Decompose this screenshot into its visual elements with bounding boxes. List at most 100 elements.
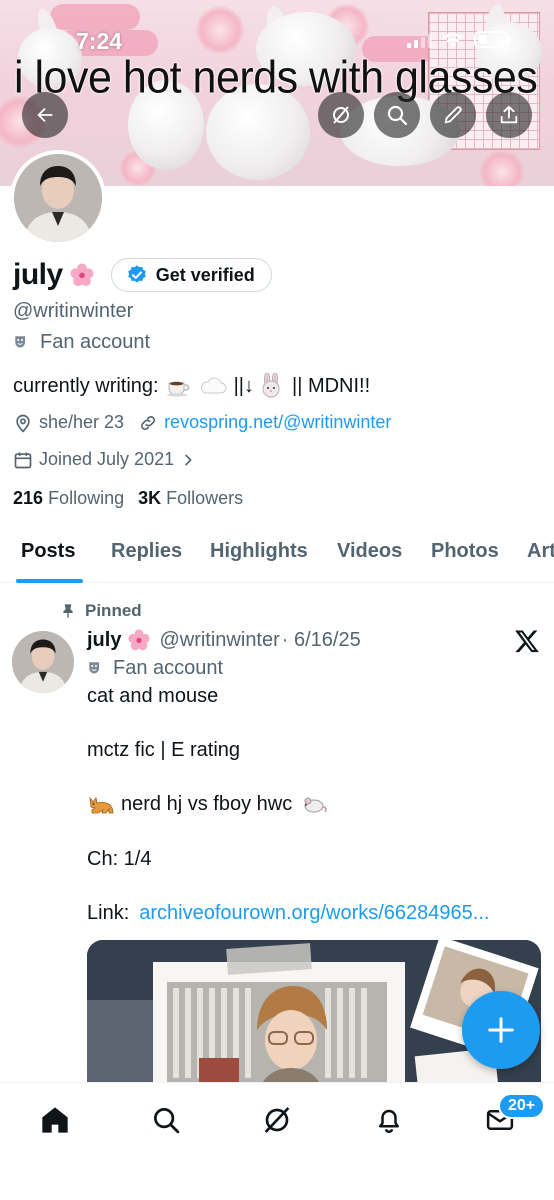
post-rating-text: mctz fic | E rating [87, 739, 241, 761]
post-title-text: cat and mouse [87, 685, 219, 707]
tab-videos[interactable]: Videos [337, 540, 402, 563]
tab-replies[interactable]: Replies [111, 540, 182, 563]
post-header: july @writinwinter · 6/16/25 [87, 628, 361, 652]
chevron-right-icon [185, 454, 192, 465]
verified-badge-icon [127, 265, 146, 283]
pinned-label: Pinned [85, 601, 142, 620]
pencil-icon [444, 106, 462, 124]
wifi-icon [443, 32, 463, 48]
post-external-link[interactable]: archiveofourown.org/works/66284965... [139, 902, 489, 925]
battery-icon [474, 31, 511, 48]
post-link-row: Link: archiveofourown.org/works/66284965… [87, 902, 489, 925]
status-bar-time: 7:24 [76, 28, 123, 54]
home-icon [42, 1107, 68, 1133]
nav-search[interactable] [149, 1103, 183, 1137]
status-bar-icons [407, 31, 511, 48]
followers-count: 3K [138, 488, 162, 508]
tab-articles[interactable]: Art [527, 540, 554, 563]
nav-grok[interactable] [260, 1103, 294, 1137]
tab-posts[interactable]: Posts [21, 540, 75, 563]
cherry-blossom-icon [128, 629, 151, 651]
bio-text-start: currently writing: [13, 374, 159, 397]
cherry-blossom-decoration [196, 6, 244, 54]
plus-icon [488, 1017, 514, 1043]
post-title: cat and mouse [87, 685, 218, 708]
post-author-name[interactable]: july [87, 629, 121, 652]
post-rating: mctz fic | E rating [87, 739, 240, 762]
active-tab-indicator [16, 579, 83, 583]
account-category-label: Fan account [40, 331, 151, 353]
grok-button[interactable] [318, 92, 364, 138]
grok-icon [333, 106, 349, 124]
post-summary: nerd hj vs fboy hwc [87, 792, 328, 816]
post-summary-text: nerd hj vs fboy hwc [121, 792, 293, 815]
rabbit-emoji-icon [262, 373, 280, 398]
cherry-blossom-icon [70, 263, 94, 287]
search-profile-button[interactable] [374, 92, 420, 138]
post-author-avatar[interactable] [12, 631, 74, 693]
grok-icon [264, 1107, 290, 1133]
pin-icon [63, 604, 73, 618]
coffee-emoji-icon [166, 381, 189, 397]
tab-photos[interactable]: Photos [431, 540, 499, 563]
nav-home[interactable] [38, 1103, 72, 1137]
heart-sticker-decoration [50, 4, 140, 30]
followers-label: Followers [166, 488, 244, 508]
account-category: Fan account [13, 331, 150, 354]
post-link-label: Link: [87, 902, 130, 924]
following-label: Following [48, 488, 125, 508]
post-chapter-text: Ch: 1/4 [87, 848, 152, 870]
profile-location: she/her 23 [39, 412, 125, 432]
get-verified-label: Get verified [155, 264, 255, 285]
compose-post-button[interactable] [462, 991, 540, 1069]
post-chapter: Ch: 1/4 [87, 848, 151, 871]
share-icon [500, 105, 518, 124]
notifications-icon [379, 1109, 399, 1133]
bottom-navigation [0, 1082, 554, 1200]
profile-name-row: july Get verified [13, 258, 272, 292]
post-account-category-label: Fan account [113, 657, 224, 679]
follow-stats: 216 Following 3K Followers [13, 488, 243, 509]
following-count: 216 [13, 488, 44, 508]
search-icon [154, 1108, 180, 1134]
nav-notifications[interactable] [372, 1103, 406, 1137]
profile-avatar[interactable] [10, 150, 106, 246]
tab-highlights[interactable]: Highlights [210, 540, 308, 563]
profile-joined-row[interactable]: Joined July 2021 [13, 449, 196, 470]
bio-text-mid: ||↓ [233, 374, 254, 397]
calendar-icon [14, 452, 32, 468]
arrow-left-icon [37, 107, 53, 123]
profile-handle: @writinwinter [13, 300, 134, 322]
theater-masks-icon [15, 335, 25, 347]
cat-emoji-icon [89, 796, 114, 814]
avatar-photo [12, 631, 74, 693]
following-link[interactable]: 216 Following [13, 488, 124, 509]
bio-text-end: || MDNI!! [292, 374, 371, 397]
profile-tabs: Posts Replies Highlights Videos Photos A… [0, 523, 554, 583]
messages-unread-badge: 20+ [498, 1093, 546, 1119]
profile-bio: currently writing: ||↓ || MDNI!! [13, 373, 370, 399]
edit-profile-button[interactable] [430, 92, 476, 138]
cloud-emoji-icon [200, 377, 227, 394]
x-logo-icon [515, 630, 539, 653]
cherry-blossom-decoration [480, 150, 524, 186]
back-button[interactable] [22, 92, 68, 138]
post-account-category: Fan account [87, 657, 223, 680]
pinned-indicator: Pinned [60, 601, 142, 621]
avatar-photo [14, 154, 102, 242]
theater-masks-icon [89, 661, 99, 673]
search-icon [387, 105, 408, 126]
profile-joined-date: Joined July 2021 [39, 449, 175, 469]
profile-meta-row: she/her 23 revospring.net/@writinwinter [13, 412, 391, 433]
location-pin-icon [16, 414, 30, 432]
profile-website-link[interactable]: revospring.net/@writinwinter [164, 412, 391, 433]
share-button[interactable] [486, 92, 532, 138]
followers-link[interactable]: 3K Followers [138, 488, 243, 509]
get-verified-button[interactable]: Get verified [110, 258, 272, 292]
profile-display-name: july [13, 258, 63, 291]
link-icon [141, 415, 156, 430]
post-author-handle[interactable]: @writinwinter [159, 629, 279, 652]
mouse-emoji-icon [304, 797, 327, 813]
cellular-signal-icon [407, 34, 432, 48]
post-date: · 6/16/25 [281, 628, 361, 651]
